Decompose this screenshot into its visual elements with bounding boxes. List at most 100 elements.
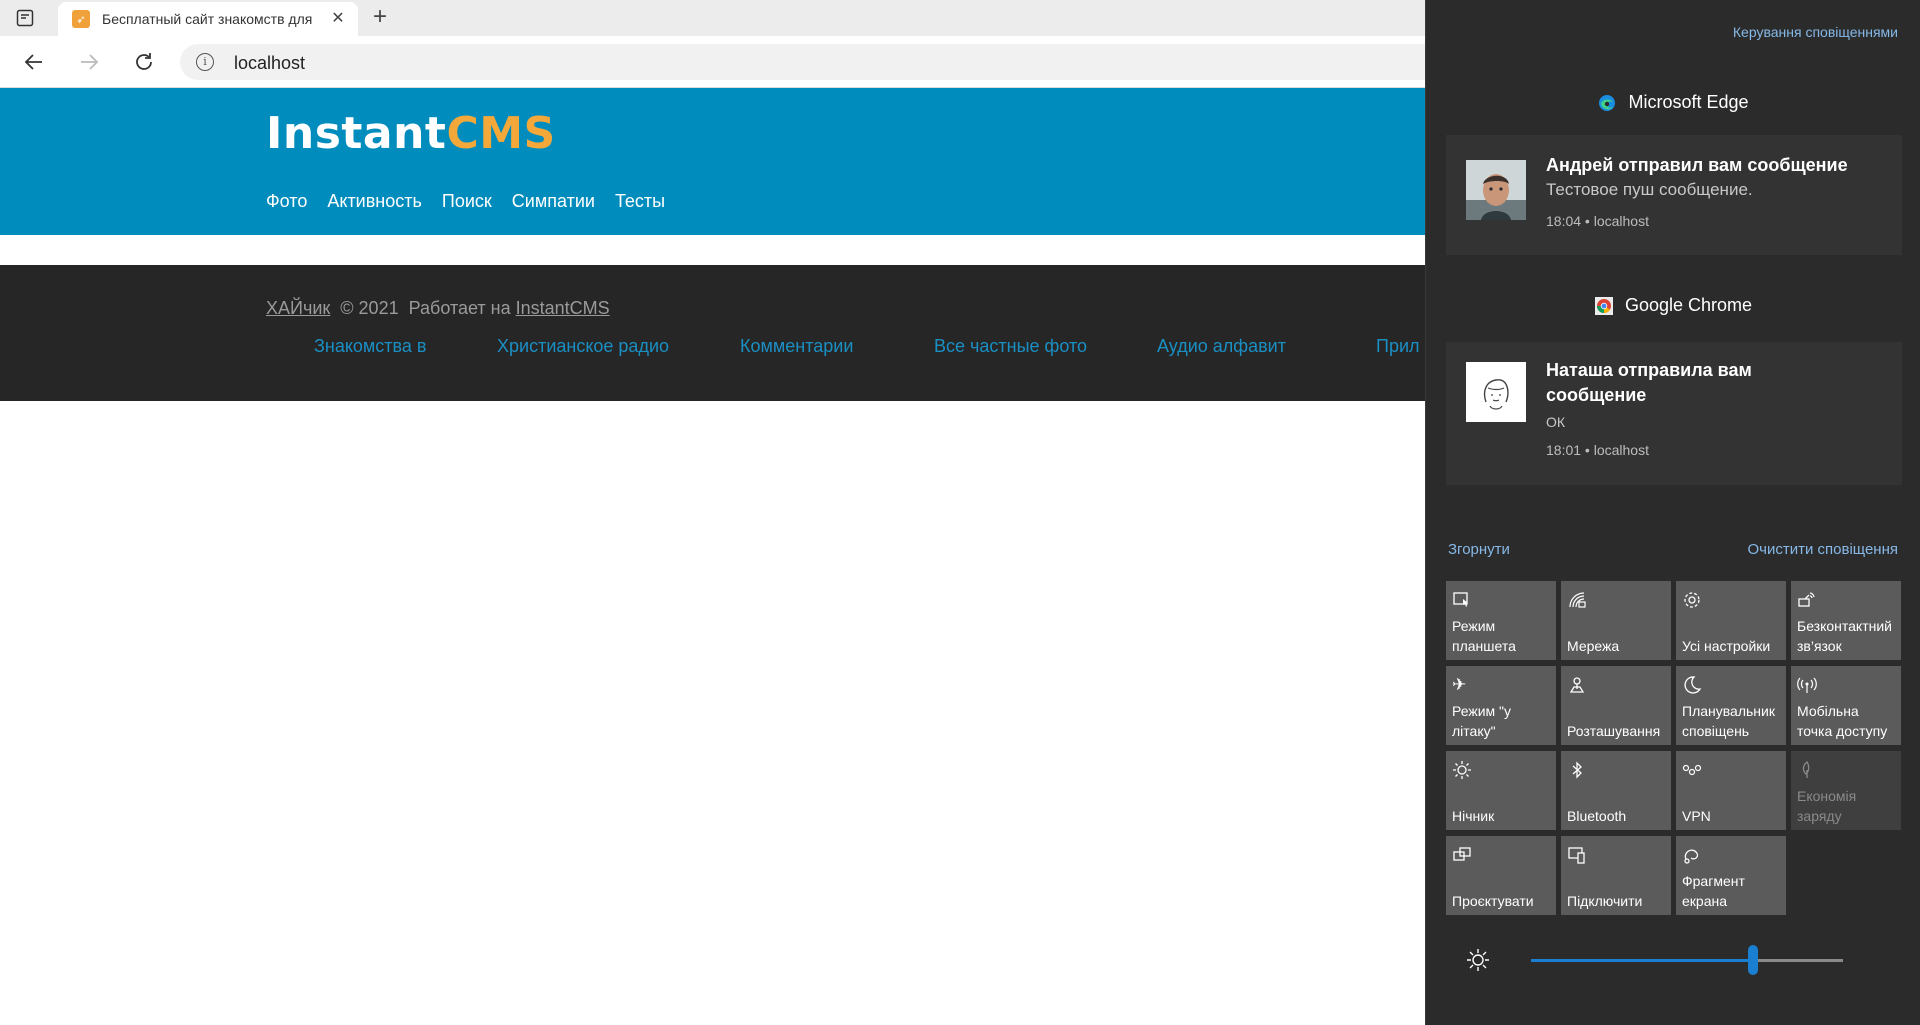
footer-powered-link[interactable]: InstantCMS [516,298,610,318]
clear-notifications-link[interactable]: Очистити сповіщення [1748,541,1899,558]
quick-action-label: Нічник [1452,808,1495,824]
notification-group-header-edge: Microsoft Edge [1426,92,1920,113]
new-tab-icon[interactable]: + [368,5,392,30]
night-light-icon [1452,760,1474,780]
notification-group-header-chrome: Google Chrome [1426,295,1920,316]
footer-copyright: ХАЙчик © 2021 Работает на InstantCMS [266,298,610,319]
quick-action-label: Мережа [1567,638,1620,654]
footer-link[interactable]: Прил [1376,336,1420,357]
bluetooth-icon [1567,760,1589,780]
footer-link[interactable]: Все частные фото [934,336,1087,357]
battery-saver-icon [1797,760,1819,780]
focus-assist-icon [1682,675,1704,695]
action-center: Керування сповіщеннями Microsoft Edge Ан… [1425,0,1920,1025]
address-bar[interactable]: i localhost [180,44,1480,80]
quick-action-project[interactable]: Проєктувати [1446,836,1556,915]
quick-action-bluetooth[interactable]: Bluetooth [1561,751,1671,830]
quick-action-connect[interactable]: Підключити [1561,836,1671,915]
site-info-icon[interactable]: i [196,53,214,71]
notification-body: ОК [1546,414,1566,430]
location-icon [1567,675,1589,695]
tab-title: Бесплатный сайт знакомств для [102,11,313,27]
site-nav: Фото Активность Поиск Симпатии Тесты [266,191,665,212]
quick-action-label: Усі настройки [1682,638,1771,654]
back-icon[interactable] [22,50,46,74]
notification-meta: 18:04 • localhost [1546,213,1649,229]
browser-tab[interactable]: ➶ Бесплатный сайт знакомств для ✕ [58,2,358,36]
network-icon [1567,590,1589,610]
brightness-icon [1467,949,1489,971]
notification-title: Наташа отправила вам сообщение [1546,360,1752,405]
quick-action-nearby-sharing[interactable]: Безконтактний зв’язок [1791,581,1901,660]
footer-owner-link[interactable]: ХАЙчик [266,298,330,318]
project-icon [1452,845,1474,865]
quick-action-vpn[interactable]: VPN [1676,751,1786,830]
quick-action-all-settings[interactable]: Усі настройки [1676,581,1786,660]
nav-link-likes[interactable]: Симпатии [512,191,595,212]
quick-action-label: Безконтактний зв’язок [1797,618,1892,654]
quick-action-night-light[interactable]: Нічник [1446,751,1556,830]
brightness-slider[interactable] [1531,945,1843,975]
settings-icon [1682,590,1704,610]
quick-action-label: Підключити [1567,893,1643,909]
tab-actions-icon[interactable] [14,7,36,29]
nav-link-photo[interactable]: Фото [266,191,307,212]
avatar-sketch [1466,362,1526,422]
brightness-slider-thumb[interactable] [1748,945,1758,975]
notification-card-chrome[interactable]: Наташа отправила вам сообщение ОК 18:01 … [1446,342,1902,485]
forward-icon[interactable] [77,50,101,74]
avatar-photo [1466,160,1526,220]
logo-main: Instant [266,108,447,159]
quick-action-battery-saver: Економія заряду [1791,751,1901,830]
notification-meta: 18:01 • localhost [1546,442,1649,458]
quick-action-screen-snip[interactable]: Фрагмент екрана [1676,836,1786,915]
footer-link[interactable]: Аудио алфавит [1157,336,1286,357]
quick-action-airplane-mode[interactable]: ✈ Режим "у літаку" [1446,666,1556,745]
group-app-name: Google Chrome [1624,295,1753,315]
quick-action-tablet-mode[interactable]: Режим планшета [1446,581,1556,660]
chrome-icon [1594,296,1613,315]
logo-accent: CMS [446,108,556,159]
quick-action-focus-assist[interactable]: Планувальник сповіщень [1676,666,1786,745]
quick-action-label: Проєктувати [1452,893,1534,909]
notification-body: Тестовое пуш сообщение. [1546,180,1753,199]
vpn-icon [1682,760,1704,780]
quick-action-label: Режим планшета [1452,618,1516,654]
edge-icon [1599,94,1616,111]
group-app-name: Microsoft Edge [1628,92,1749,112]
nearby-share-icon [1797,590,1819,610]
footer-link[interactable]: Знакомства в [314,336,426,357]
nav-link-tests[interactable]: Тесты [615,191,665,212]
quick-action-label: Фрагмент екрана [1682,873,1745,909]
footer-link[interactable]: Комментарии [740,336,853,357]
airplane-icon: ✈ [1452,675,1467,694]
nav-link-search[interactable]: Поиск [442,191,492,212]
nav-link-activity[interactable]: Активность [327,191,422,212]
quick-action-mobile-hotspot[interactable]: Мобільна точка доступу [1791,666,1901,745]
footer-year: © 2021 [340,298,399,318]
hotspot-icon [1797,675,1819,695]
manage-notifications-link[interactable]: Керування сповіщеннями [1733,24,1898,40]
connect-icon [1567,845,1589,865]
address-text[interactable]: localhost [234,53,305,74]
quick-action-label: VPN [1682,808,1711,824]
footer-link[interactable]: Христианское радио [497,336,669,357]
close-tab-icon[interactable]: ✕ [330,11,346,27]
brightness-control [1466,945,1886,975]
quick-action-location[interactable]: Розташування [1561,666,1671,745]
footer-powered-prefix: Работает на [408,298,511,318]
notification-title: Андрей отправил вам сообщение [1546,155,1848,175]
brightness-slider-fill [1531,959,1753,962]
site-favicon-icon: ➶ [72,10,90,28]
quick-actions-grid: Режим планшета Мережа Усі настройки Безк… [1446,581,1901,915]
quick-action-label: Мобільна точка доступу [1797,703,1888,739]
quick-action-label: Економія заряду [1797,788,1857,824]
reload-icon[interactable] [132,50,156,74]
screen-snip-icon [1682,845,1704,865]
tablet-mode-icon [1452,590,1474,610]
collapse-link[interactable]: Згорнути [1448,541,1510,558]
site-logo[interactable]: InstantCMS [266,108,556,159]
quick-action-network[interactable]: Мережа [1561,581,1671,660]
quick-action-label: Режим "у літаку" [1452,703,1512,739]
notification-card-edge[interactable]: Андрей отправил вам сообщение Тестовое п… [1446,135,1902,255]
